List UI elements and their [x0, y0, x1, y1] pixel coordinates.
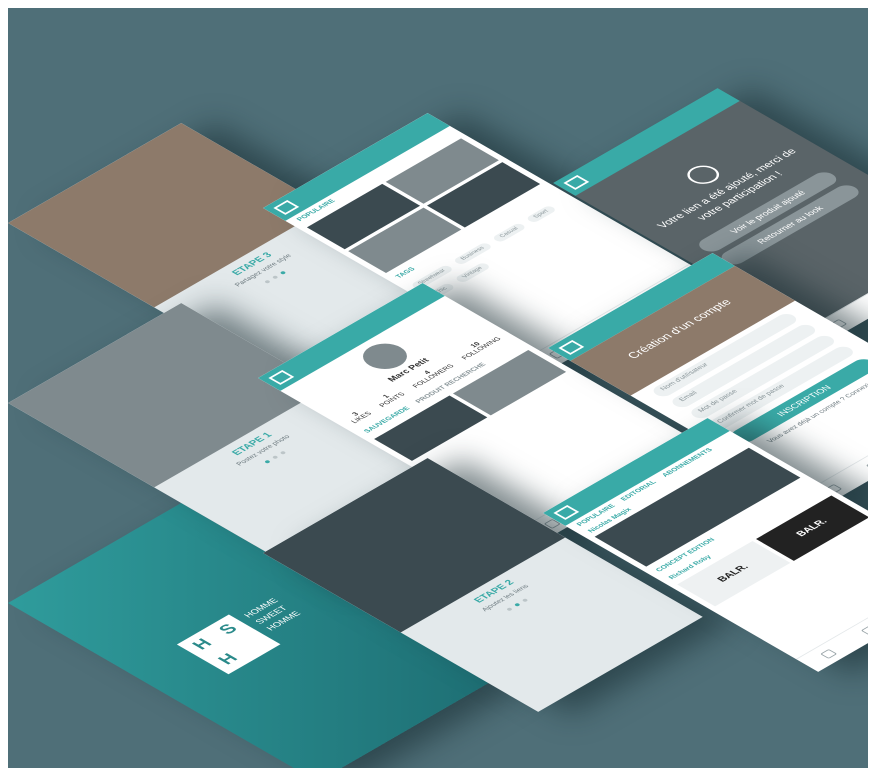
tag-chip[interactable]: Vintage — [454, 262, 492, 284]
logo-icon — [563, 174, 590, 190]
logo-icon — [558, 339, 585, 355]
bottom-nav — [795, 563, 868, 672]
check-icon — [680, 161, 726, 188]
search-icon[interactable] — [865, 460, 868, 471]
logo-icon — [268, 369, 295, 385]
home-icon[interactable] — [819, 648, 837, 659]
confirmation-actions: Voir le produit ajouté Retourner au look — [694, 169, 864, 268]
look-thumbnail[interactable] — [374, 395, 488, 461]
logo-icon — [273, 199, 300, 215]
search-icon[interactable] — [860, 625, 868, 636]
mockup-background: H S H HOMME SWEET HOMME ETAPE 3 Partagez… — [8, 8, 868, 768]
look-thumbnail[interactable] — [452, 350, 567, 416]
tag-chip[interactable]: Sport — [525, 205, 558, 224]
logo-icon — [553, 504, 580, 520]
